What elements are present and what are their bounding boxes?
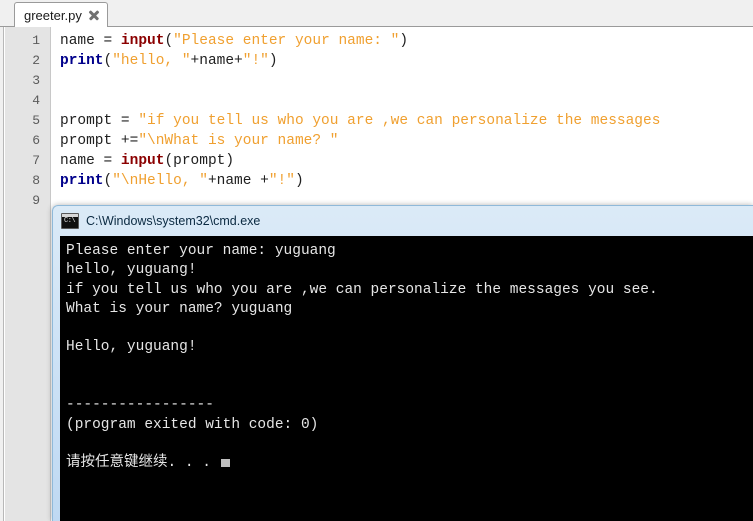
code-token: "hello, " <box>112 53 191 69</box>
code-token: "if you tell us who you are ,we can pers… <box>138 113 661 129</box>
console-line: Hello, yuguang! <box>66 339 197 356</box>
code-line: print("\nHello, "+name +"!") <box>60 171 753 191</box>
code-token: name = <box>60 153 121 169</box>
code-token: ) <box>399 33 409 49</box>
code-token: ( <box>164 33 174 49</box>
line-number: 5 <box>32 113 40 128</box>
code-line: prompt = "if you tell us who you are ,we… <box>60 111 753 131</box>
code-line: name = input(prompt) <box>60 151 753 171</box>
cmd-screen[interactable]: Please enter your name: yuguang hello, yu… <box>60 236 753 521</box>
console-line: hello, yuguang! <box>66 262 197 279</box>
code-token: print <box>60 173 104 189</box>
close-icon[interactable] <box>88 9 100 21</box>
code-token: ( <box>103 53 113 69</box>
code-content: name = input("Please enter your name: ")… <box>52 27 753 211</box>
line-number: 9 <box>32 193 40 208</box>
cmd-titlebar[interactable]: C:\ C:\Windows\system32\cmd.exe <box>56 209 753 233</box>
code-token: prompt += <box>60 133 139 149</box>
console-line: (program exited with code: 0) <box>66 416 319 433</box>
editor-window: greeter.py 123456789 name = input("Pleas… <box>0 0 753 521</box>
console-line: 请按任意键继续. . . <box>66 454 753 473</box>
code-token: name = <box>60 33 121 49</box>
code-token: "!" <box>268 173 295 189</box>
code-token: input <box>120 153 165 169</box>
code-token: ) <box>268 53 278 69</box>
code-token: print <box>60 53 104 69</box>
editor-tab-strip: greeter.py <box>0 0 753 27</box>
editor-left-rail <box>0 27 4 521</box>
code-line: prompt +="\nWhat is your name? " <box>60 131 753 151</box>
line-number: 1 <box>32 33 40 48</box>
code-token: "!" <box>242 53 269 69</box>
console-line: ----------------- <box>66 397 214 414</box>
code-token: +name + <box>207 173 269 189</box>
code-token: +name+ <box>190 53 243 69</box>
code-line: print("hello, "+name+"!") <box>60 51 753 71</box>
console-line: What is your name? yuguang <box>66 300 293 317</box>
line-number: 3 <box>32 73 40 88</box>
cmd-console-window[interactable]: C:\ C:\Windows\system32\cmd.exe Please e… <box>52 205 753 521</box>
cmd-icon-glyph: C:\ <box>64 217 76 225</box>
line-number: 6 <box>32 133 40 148</box>
code-token: (prompt) <box>164 153 235 169</box>
code-token: "\nHello, " <box>112 173 208 189</box>
code-token: input <box>120 33 165 49</box>
code-token: prompt = <box>60 113 139 129</box>
console-line: Please enter your name: yuguang <box>66 243 336 259</box>
console-line: if you tell us who you are ,we can perso… <box>66 281 658 298</box>
cmd-output-text: Please enter your name: yuguang hello, yu… <box>60 236 753 474</box>
code-token: ( <box>103 173 113 189</box>
tab-label: greeter.py <box>24 7 82 23</box>
line-number: 7 <box>32 153 40 168</box>
code-line: name = input("Please enter your name: ") <box>60 31 753 51</box>
line-number-list: 1 2 3 4 5 6 7 8 9 <box>5 27 50 211</box>
tab-greeter-py[interactable]: greeter.py <box>14 2 108 27</box>
line-number: 2 <box>32 53 40 68</box>
code-token: "Please enter your name: " <box>173 33 400 49</box>
cmd-icon: C:\ <box>61 213 79 229</box>
cmd-title-text: C:\Windows\system32\cmd.exe <box>86 213 261 228</box>
line-number: 8 <box>32 173 40 188</box>
code-token: ) <box>294 173 304 189</box>
code-token: "\nWhat is your name? " <box>138 133 339 149</box>
line-number-gutter: 1 2 3 4 5 6 7 8 9 <box>5 27 51 521</box>
console-cursor <box>221 459 231 468</box>
line-number: 4 <box>32 93 40 108</box>
